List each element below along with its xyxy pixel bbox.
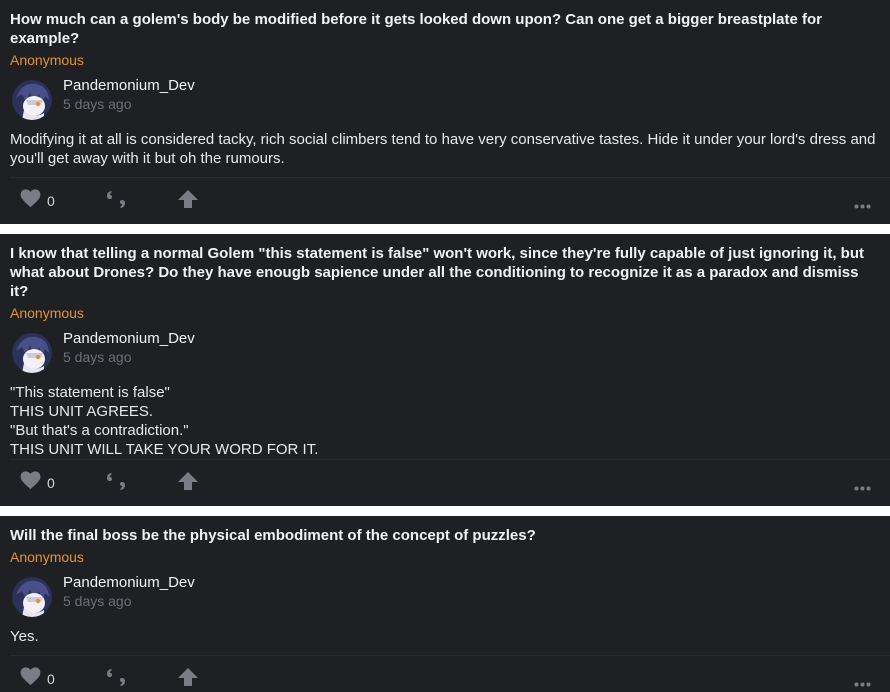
more-dots-icon <box>854 478 871 496</box>
answer-text: "This statement is false" THIS UNIT AGRE… <box>0 373 890 459</box>
qa-card: I know that telling a normal Golem "this… <box>0 234 890 506</box>
share-button[interactable] <box>105 471 127 496</box>
answerer-header: Pandemonium_Dev 5 days ago <box>0 69 890 120</box>
heart-icon <box>20 471 41 495</box>
like-button[interactable]: 0 <box>20 471 55 495</box>
heart-icon <box>20 189 41 213</box>
avatar[interactable] <box>12 80 52 120</box>
like-count: 0 <box>47 671 55 687</box>
question-text: Will the final boss be the physical embo… <box>10 527 536 544</box>
share-button[interactable] <box>105 667 127 692</box>
answerer-header: Pandemonium_Dev 5 days ago <box>0 566 890 617</box>
answerer-name[interactable]: Pandemonium_Dev <box>63 76 195 95</box>
qa-card: Will the final boss be the physical embo… <box>0 516 890 692</box>
answer-line: "This statement is false" <box>10 384 170 401</box>
answerer-name[interactable]: Pandemonium_Dev <box>63 329 195 348</box>
action-bar: 0 <box>10 459 890 506</box>
quote-share-icon <box>105 189 127 214</box>
qa-card: How much can a golem's body be modified … <box>0 0 890 224</box>
answer-text: Modifying it at all is considered tacky,… <box>0 120 890 168</box>
answer-timestamp: 5 days ago <box>63 96 132 112</box>
question-text: I know that telling a normal Golem "this… <box>10 245 864 300</box>
answer-line: Modifying it at all is considered tacky,… <box>10 131 876 167</box>
like-count: 0 <box>47 193 55 209</box>
boost-button[interactable] <box>177 471 199 496</box>
quote-share-icon <box>105 667 127 692</box>
answer-line: THIS UNIT WILL TAKE YOUR WORD FOR IT. <box>10 441 319 458</box>
asker-name[interactable]: Anonymous <box>0 48 890 69</box>
answer-line: "But that's a contradiction." <box>10 422 189 439</box>
quote-share-icon <box>105 471 127 496</box>
answer-line: THIS UNIT AGREES. <box>10 403 154 420</box>
boost-button[interactable] <box>177 189 199 214</box>
answer-timestamp: 5 days ago <box>63 593 132 609</box>
answerer-header: Pandemonium_Dev 5 days ago <box>0 322 890 373</box>
boost-button[interactable] <box>177 667 199 692</box>
avatar[interactable] <box>12 333 52 373</box>
share-button[interactable] <box>105 189 127 214</box>
qa-feed: How much can a golem's body be modified … <box>0 0 890 692</box>
asker-name[interactable]: Anonymous <box>0 301 890 322</box>
more-dots-icon <box>854 196 871 214</box>
action-bar: 0 <box>10 177 890 224</box>
more-options-button[interactable] <box>854 478 871 496</box>
avatar[interactable] <box>12 577 52 617</box>
asker-name[interactable]: Anonymous <box>0 545 890 566</box>
answer-timestamp: 5 days ago <box>63 349 132 365</box>
like-count: 0 <box>47 475 55 491</box>
more-dots-icon <box>854 674 871 692</box>
arrow-up-icon <box>177 471 199 496</box>
heart-icon <box>20 667 41 691</box>
answerer-name[interactable]: Pandemonium_Dev <box>63 573 195 592</box>
like-button[interactable]: 0 <box>20 189 55 213</box>
answer-line: Yes. <box>10 628 39 645</box>
more-options-button[interactable] <box>854 674 871 692</box>
arrow-up-icon <box>177 667 199 692</box>
action-bar: 0 <box>10 655 890 692</box>
answer-text: Yes. <box>0 617 890 646</box>
more-options-button[interactable] <box>854 196 871 214</box>
like-button[interactable]: 0 <box>20 667 55 691</box>
question-text: How much can a golem's body be modified … <box>10 11 822 47</box>
arrow-up-icon <box>177 189 199 214</box>
